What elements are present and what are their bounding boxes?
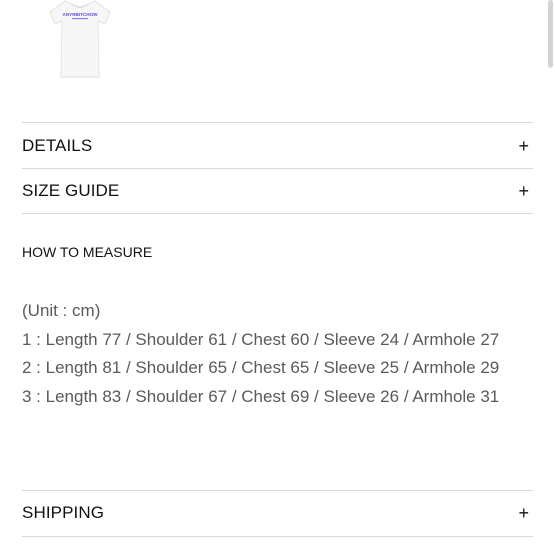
details-label: DETAILS xyxy=(22,136,93,155)
divider xyxy=(22,536,533,537)
size-row: 3 : Length 83 / Shoulder 67 / Chest 69 /… xyxy=(22,386,500,406)
size-guide-label: SIZE GUIDE xyxy=(22,181,120,200)
plus-icon[interactable]: + xyxy=(518,136,529,157)
product-thumbnail[interactable]: ANYRBITCHOW xyxy=(44,0,116,80)
details-accordion[interactable]: DETAILS + xyxy=(22,124,533,168)
how-to-measure-heading: HOW TO MEASURE xyxy=(22,244,153,260)
size-row: 2 : Length 81 / Shoulder 65 / Chest 65 /… xyxy=(22,358,500,377)
plus-icon[interactable]: + xyxy=(518,181,529,202)
tshirt-print-text: ANYRBITCHOW xyxy=(63,12,99,17)
size-chart: (Unit : cm) 1 : Length 77 / Shoulder 61 … xyxy=(22,297,545,411)
size-guide-accordion[interactable]: SIZE GUIDE + xyxy=(22,169,533,213)
shipping-accordion[interactable]: SHIPPING + xyxy=(22,491,533,535)
scrollbar[interactable] xyxy=(548,0,553,68)
plus-icon[interactable]: + xyxy=(518,503,529,524)
shipping-label: SHIPPING xyxy=(22,503,105,522)
tshirt-image: ANYRBITCHOW xyxy=(49,0,111,78)
size-row: 1 : Length 77 / Shoulder 61 / Chest 60 /… xyxy=(22,329,500,349)
divider xyxy=(22,213,533,214)
divider xyxy=(22,122,533,123)
unit-label: (Unit : cm) xyxy=(22,301,101,320)
